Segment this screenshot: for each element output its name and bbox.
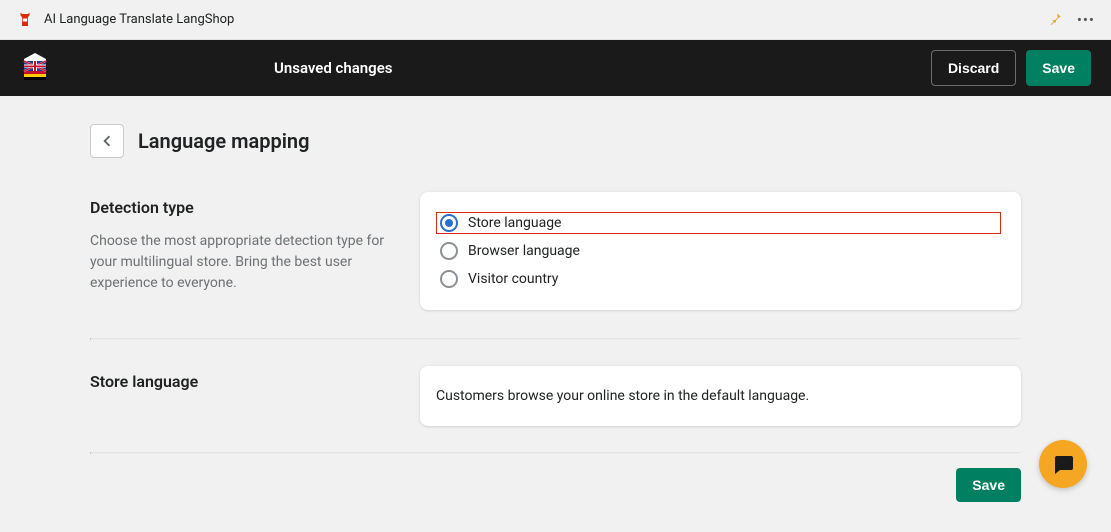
page-title: Language mapping [138, 129, 309, 153]
page-footer-actions: Save [90, 454, 1021, 502]
save-bar-actions: Discard Save [931, 50, 1091, 86]
radio-circle-icon [440, 270, 458, 288]
page-header: Language mapping [90, 124, 1021, 158]
app-name-label: AI Language Translate LangShop [44, 12, 234, 27]
intercom-launcher[interactable] [1039, 440, 1087, 488]
chat-icon [1051, 452, 1075, 476]
radio-dot-icon [445, 219, 453, 227]
section-detection-type: Detection type Choose the most appropria… [90, 186, 1021, 338]
app-top-strip: AI Language Translate LangShop ••• [0, 0, 1111, 40]
app-logo-small [16, 11, 34, 29]
footer-save-button[interactable]: Save [956, 468, 1021, 502]
radio-label: Browser language [468, 243, 580, 259]
back-button[interactable] [90, 124, 124, 158]
radio-visitor-country[interactable]: Visitor country [436, 268, 1001, 290]
more-menu-icon[interactable]: ••• [1077, 11, 1095, 29]
radio-circle-icon [440, 242, 458, 260]
radio-label: Store language [468, 215, 561, 231]
arrow-left-icon [98, 132, 116, 150]
section-left: Detection type Choose the most appropria… [90, 192, 400, 294]
section-title-detection: Detection type [90, 198, 400, 217]
section-title-store-language: Store language [90, 372, 400, 391]
radio-store-language[interactable]: Store language [436, 212, 1001, 234]
radio-label: Visitor country [468, 271, 558, 287]
store-language-card: Customers browse your online store in th… [420, 366, 1021, 426]
page-content: Language mapping Detection type Choose t… [0, 96, 1111, 502]
section-right: Customers browse your online store in th… [420, 366, 1021, 426]
section-description-detection: Choose the most appropriate detection ty… [90, 231, 400, 294]
contextual-save-bar: Unsaved changes Discard Save [0, 40, 1111, 96]
discard-button[interactable]: Discard [931, 50, 1016, 86]
section-right: Store language Browser language Visitor … [420, 192, 1021, 310]
top-strip-right: ••• [1049, 11, 1095, 29]
radio-browser-language[interactable]: Browser language [436, 240, 1001, 262]
pin-icon[interactable] [1049, 11, 1063, 29]
section-left: Store language [90, 366, 400, 405]
store-language-info: Customers browse your online store in th… [436, 386, 1001, 406]
brand-logo [20, 51, 50, 85]
section-store-language: Store language Customers browse your onl… [90, 340, 1021, 452]
detection-type-card: Store language Browser language Visitor … [420, 192, 1021, 310]
radio-circle-icon [440, 214, 458, 232]
save-bar-left: Unsaved changes [20, 51, 393, 85]
top-strip-left: AI Language Translate LangShop [16, 11, 234, 29]
save-button[interactable]: Save [1026, 50, 1091, 86]
unsaved-changes-text: Unsaved changes [274, 59, 393, 77]
